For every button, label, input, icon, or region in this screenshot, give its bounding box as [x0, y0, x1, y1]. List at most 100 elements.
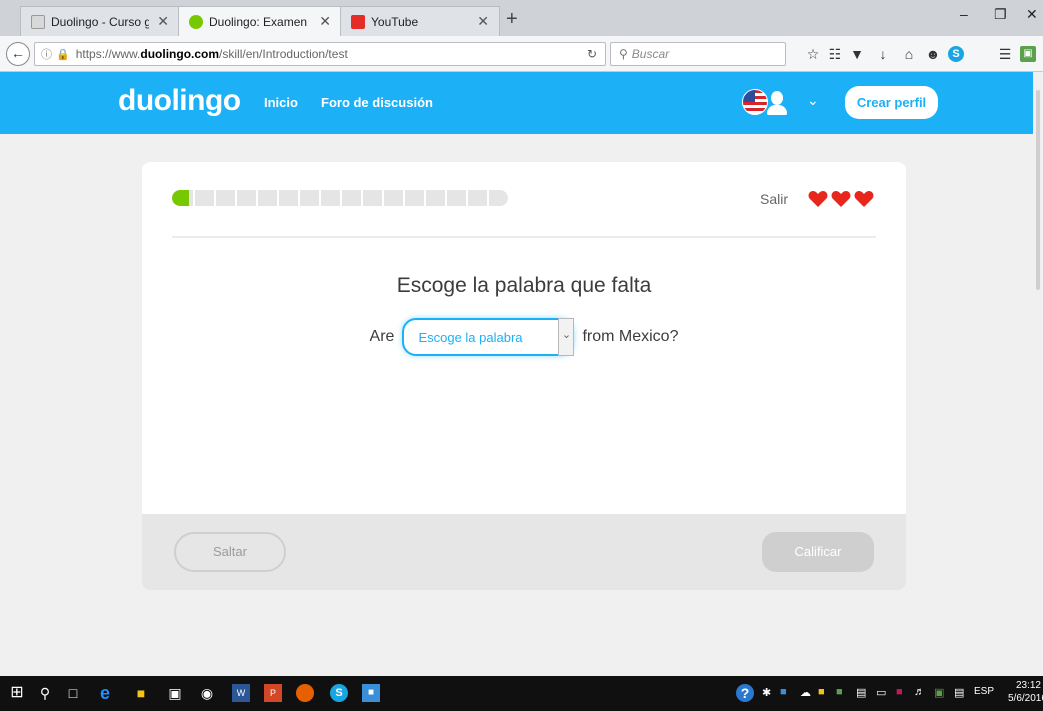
smiley-icon[interactable]: ☻	[924, 46, 942, 62]
file-explorer-icon[interactable]: ■	[132, 684, 150, 702]
reload-icon[interactable]: ↻	[587, 47, 597, 61]
progress-segment-divider	[424, 190, 426, 206]
lock-icon: 🔒	[56, 48, 70, 61]
clock-time: 23:12	[1015, 680, 1041, 691]
close-window-button[interactable]: ✕	[1026, 6, 1038, 23]
progress-segment-divider	[445, 190, 447, 206]
search-placeholder: Buscar	[631, 47, 670, 61]
app-icon[interactable]: ■	[362, 684, 380, 702]
notifications-icon[interactable]: ▤	[954, 686, 964, 699]
lesson-card: Salir Escoge la palabra que falta Are Es…	[142, 162, 906, 590]
progress-segment-divider	[193, 190, 195, 206]
skype-icon[interactable]: S	[948, 46, 964, 62]
word-dropdown[interactable]: Escoge la palabra ⌄	[402, 318, 575, 356]
duolingo-header: duolingo Inicio Foro de discusión ⌄ Crea…	[0, 72, 1043, 134]
nav-foro[interactable]: Foro de discusión	[321, 95, 433, 110]
new-tab-button[interactable]: +	[506, 8, 518, 31]
info-icon[interactable]: ⓘ	[41, 46, 52, 62]
clock[interactable]: 23:12 5/6/2016	[1008, 679, 1043, 705]
windows-start-icon[interactable]: ⊞	[8, 684, 26, 702]
pocket-icon[interactable]: ▼	[848, 46, 866, 62]
scrollbar-thumb[interactable]	[1036, 90, 1040, 290]
restore-button[interactable]: ❐	[994, 6, 1007, 23]
browser-tab-strip: Duolingo - Curso gratis de... ✕ Duolingo…	[0, 0, 1043, 36]
progress-segment-divider	[403, 190, 405, 206]
chevron-down-icon[interactable]: ⌄	[807, 92, 819, 109]
create-profile-button[interactable]: Crear perfil	[845, 86, 938, 119]
duolingo-logo[interactable]: duolingo	[118, 84, 241, 118]
onedrive-icon[interactable]: ☁	[800, 686, 811, 699]
duolingo-owl-icon	[189, 14, 203, 29]
powerpoint-icon[interactable]: P	[264, 684, 282, 702]
progress-bar	[172, 190, 508, 206]
media-icon[interactable]: ◉	[198, 684, 216, 702]
quit-link[interactable]: Salir	[760, 191, 788, 207]
sentence-start: Are	[369, 328, 395, 345]
progress-fill	[172, 190, 189, 206]
skip-button[interactable]: Saltar	[174, 532, 286, 572]
tab-duolingo-examen[interactable]: Duolingo: Examen ✕	[178, 6, 342, 36]
windows-taskbar: ⊞ ⚲ □ e ■ ▣ ◉ W P S ■ ? ✱ ■ ☁ ■ ■ ▤ ▭ ■ …	[0, 676, 1043, 711]
progress-segment-divider	[214, 190, 216, 206]
tray-app-icon[interactable]: ■	[818, 686, 825, 698]
address-bar[interactable]: ⓘ 🔒 https://www.duolingo.com/skill/en/In…	[34, 42, 606, 66]
youtube-icon	[351, 14, 365, 29]
task-view-icon[interactable]: □	[64, 684, 82, 702]
tray-app-icon[interactable]: ■	[836, 686, 843, 698]
tab-title: Duolingo - Curso gratis de...	[51, 14, 150, 29]
progress-segment-divider	[487, 190, 489, 206]
extension-icon[interactable]: ▣	[1020, 46, 1036, 62]
bluetooth-icon[interactable]: ✱	[762, 686, 771, 699]
heart-icon	[854, 191, 874, 207]
volume-icon[interactable]: ♬	[914, 686, 925, 698]
tab-title: YouTube	[371, 14, 419, 29]
search-icon: ⚲	[619, 47, 628, 61]
sentence: Are Escoge la palabra ⌄ from Mexico?	[142, 318, 906, 356]
close-icon[interactable]: ✕	[477, 13, 489, 30]
home-icon[interactable]: ⌂	[900, 46, 918, 62]
close-icon[interactable]: ✕	[157, 13, 169, 30]
avatar[interactable]	[766, 90, 788, 116]
tray-app-icon[interactable]: ■	[780, 686, 787, 698]
search-input[interactable]: ⚲ Buscar	[610, 42, 786, 66]
back-arrow-icon[interactable]: ←	[6, 42, 30, 66]
us-flag-icon[interactable]	[742, 89, 768, 115]
tab-title: Duolingo: Examen	[209, 14, 308, 29]
word-icon[interactable]: W	[232, 684, 250, 702]
firefox-icon[interactable]	[296, 684, 314, 702]
menu-icon[interactable]: ☰	[996, 46, 1014, 63]
tray-app-icon[interactable]: ▣	[934, 686, 944, 699]
progress-segment-divider	[235, 190, 237, 206]
download-icon[interactable]: ↓	[874, 46, 892, 62]
tab-youtube[interactable]: YouTube ✕	[340, 6, 500, 36]
chevron-down-icon[interactable]: ⌄	[558, 318, 575, 356]
edge-icon[interactable]: e	[96, 684, 114, 702]
store-icon[interactable]: ▣	[166, 684, 184, 702]
progress-segment-divider	[382, 190, 384, 206]
language-indicator[interactable]: ESP	[974, 686, 994, 697]
dropdown-selected: Escoge la palabra	[418, 330, 523, 345]
tray-app-icon[interactable]: ▭	[876, 686, 886, 699]
close-icon[interactable]: ✕	[319, 13, 331, 30]
progress-segment-divider	[256, 190, 258, 206]
clock-date: 5/6/2016	[1008, 693, 1043, 704]
search-icon[interactable]: ⚲	[36, 684, 54, 702]
tab-duolingo-curso[interactable]: Duolingo - Curso gratis de... ✕	[20, 6, 180, 36]
question-prompt: Escoge la palabra que falta	[396, 274, 652, 297]
progress-segment-divider	[277, 190, 279, 206]
page-content: duolingo Inicio Foro de discusión ⌄ Crea…	[0, 72, 1043, 676]
skype-icon[interactable]: S	[330, 684, 348, 702]
check-button[interactable]: Calificar	[762, 532, 874, 572]
progress-segment-divider	[466, 190, 468, 206]
minimize-button[interactable]: –	[960, 6, 968, 22]
tray-app-icon[interactable]: ■	[896, 686, 903, 698]
progress-segment-divider	[361, 190, 363, 206]
sentence-end: from Mexico?	[582, 328, 679, 345]
star-icon[interactable]: ☆	[804, 46, 822, 63]
progress-segment-divider	[298, 190, 300, 206]
nav-inicio[interactable]: Inicio	[264, 95, 298, 110]
reading-list-icon[interactable]: ☷	[826, 46, 844, 63]
divider	[172, 236, 876, 238]
network-icon[interactable]: ▤	[856, 686, 866, 699]
help-icon[interactable]: ?	[736, 684, 754, 702]
